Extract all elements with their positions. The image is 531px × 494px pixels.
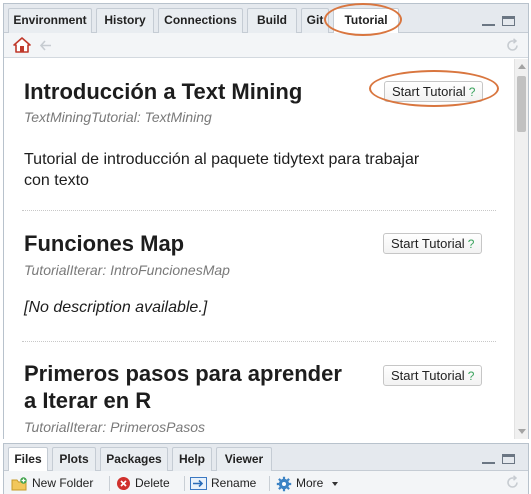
tutorial-package: TextMiningTutorial: TextMining xyxy=(24,109,212,125)
tutorial-list: Introducción a Text Mining Start Tutoria… xyxy=(4,59,514,439)
tutorial-title: Primeros pasos para aprender xyxy=(24,361,342,386)
scroll-down-icon[interactable] xyxy=(518,429,526,434)
refresh-icon[interactable] xyxy=(505,38,520,53)
delete-label: Delete xyxy=(135,476,170,490)
maximize-icon[interactable] xyxy=(501,14,516,26)
gear-icon xyxy=(276,476,292,492)
help-mark: ? xyxy=(468,85,476,99)
tutorial-package: TutorialIterar: IntroFuncionesMap xyxy=(24,262,230,278)
delete-icon xyxy=(117,477,130,491)
tutorial-description-line: con texto xyxy=(24,172,89,189)
tutorial-entry: Funciones Map Start Tutorial? TutorialIt… xyxy=(24,227,496,337)
start-tutorial-label: Start Tutorial xyxy=(392,84,466,99)
tab-environment[interactable]: Environment xyxy=(8,8,92,33)
tab-history[interactable]: History xyxy=(96,8,154,33)
start-tutorial-button[interactable]: Start Tutorial? xyxy=(383,365,483,386)
delete-button[interactable]: Delete xyxy=(116,474,170,492)
maximize-icon[interactable] xyxy=(501,452,516,464)
minimize-icon[interactable] xyxy=(481,452,496,464)
start-tutorial-label: Start Tutorial xyxy=(391,236,465,251)
tutorial-package: TutorialIterar: PrimerosPasos xyxy=(24,419,206,435)
tutorial-description-line: Tutorial de introducción al paquete tidy… xyxy=(24,151,420,168)
tutorial-title: a Iterar en R xyxy=(24,388,152,413)
help-mark: ? xyxy=(467,237,475,251)
rename-icon xyxy=(190,477,207,491)
start-tutorial-label: Start Tutorial xyxy=(391,368,465,383)
new-folder-button[interactable]: New Folder xyxy=(11,474,93,492)
tutorial-entry: Primeros pasos para aprender a Iterar en… xyxy=(24,359,496,439)
help-mark: ? xyxy=(467,369,475,383)
tutorial-entry: Introducción a Text Mining Start Tutoria… xyxy=(24,75,496,215)
more-label: More xyxy=(296,476,324,490)
toolbar-separator xyxy=(109,476,110,491)
start-tutorial-button[interactable]: Start Tutorial? xyxy=(383,233,483,254)
refresh-icon[interactable] xyxy=(505,475,520,490)
new-folder-label: New Folder xyxy=(32,476,94,490)
tab-help[interactable]: Help xyxy=(172,447,212,471)
minimize-icon[interactable] xyxy=(481,14,496,26)
divider xyxy=(22,210,496,211)
more-button[interactable]: More xyxy=(276,474,338,492)
tutorial-pane: Environment History Connections Build Gi… xyxy=(3,3,529,439)
toolbar-separator xyxy=(269,476,270,491)
vertical-scrollbar[interactable] xyxy=(514,59,528,439)
tab-plots[interactable]: Plots xyxy=(52,447,96,471)
dropdown-arrow-icon xyxy=(331,481,338,486)
tab-packages[interactable]: Packages xyxy=(100,447,168,471)
files-pane: Files Plots Packages Help Viewer New Fol… xyxy=(3,443,529,494)
divider xyxy=(22,341,496,342)
tab-files[interactable]: Files xyxy=(8,447,48,472)
scrollbar-thumb[interactable] xyxy=(517,76,526,132)
rename-button[interactable]: Rename xyxy=(190,474,256,492)
tutorial-title: Funciones Map xyxy=(24,231,185,256)
tab-viewer[interactable]: Viewer xyxy=(216,447,272,471)
tab-tutorial[interactable]: Tutorial xyxy=(333,8,399,34)
tab-build[interactable]: Build xyxy=(247,8,297,33)
bottom-tabbar: Files Plots Packages Help Viewer xyxy=(4,444,528,472)
rename-label: Rename xyxy=(211,476,257,490)
start-tutorial-button[interactable]: Start Tutorial? xyxy=(384,81,484,102)
tutorial-toolbar xyxy=(4,33,528,58)
top-tabbar: Environment History Connections Build Gi… xyxy=(4,4,528,34)
scroll-up-icon[interactable] xyxy=(518,64,526,69)
home-icon[interactable] xyxy=(13,37,31,53)
tab-connections[interactable]: Connections xyxy=(158,8,243,33)
tab-git[interactable]: Git xyxy=(301,8,329,33)
tutorial-description-line: [No description available.] xyxy=(24,299,208,316)
tutorial-title: Introducción a Text Mining xyxy=(24,79,303,104)
new-folder-icon xyxy=(11,477,27,491)
back-icon[interactable] xyxy=(39,39,53,52)
toolbar-separator xyxy=(184,476,185,491)
files-toolbar: New Folder Delete Rename More xyxy=(4,471,528,494)
